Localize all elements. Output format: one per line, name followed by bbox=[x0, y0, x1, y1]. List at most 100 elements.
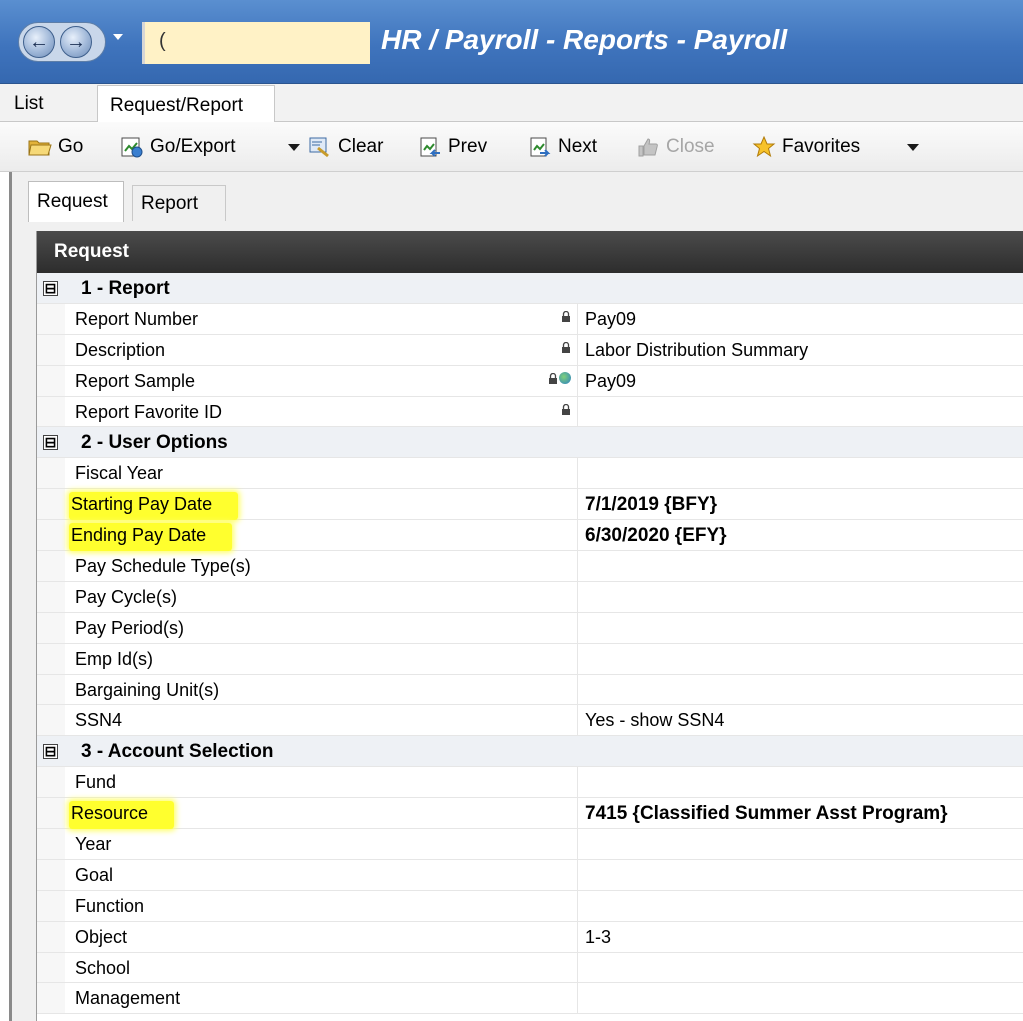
tab-request[interactable]: Request bbox=[28, 181, 124, 222]
go-button[interactable]: Go bbox=[28, 134, 83, 160]
prev-button[interactable]: Prev bbox=[418, 134, 487, 160]
column-separator bbox=[577, 921, 578, 952]
row-gutter bbox=[37, 890, 65, 921]
column-separator bbox=[577, 520, 578, 551]
column-separator bbox=[577, 396, 578, 427]
toolbar: Go Go/Export Clear Prev Next Close Favor… bbox=[0, 122, 1023, 172]
property-label: School bbox=[75, 957, 131, 978]
collapse-icon[interactable]: ⊟ bbox=[43, 744, 58, 760]
forward-arrow-icon[interactable]: → bbox=[60, 26, 92, 58]
tab-request-report[interactable]: Request/Report bbox=[97, 85, 275, 123]
collapse-icon[interactable]: ⊟ bbox=[43, 281, 58, 296]
property-label: Pay Schedule Type(s) bbox=[75, 556, 251, 577]
lock-icon bbox=[561, 402, 571, 417]
history-dropdown-icon[interactable] bbox=[113, 34, 123, 40]
grid-header: Request bbox=[37, 231, 1023, 273]
property-row-report-sample[interactable]: Report Sample Pay09 bbox=[37, 365, 1023, 397]
property-label: Pay Period(s) bbox=[75, 617, 185, 638]
property-row-object[interactable]: Object 1-3 bbox=[37, 921, 1023, 953]
row-gutter bbox=[37, 921, 65, 952]
highlighted-label: Ending Pay Date bbox=[69, 523, 233, 552]
favorites-button[interactable]: Favorites bbox=[752, 134, 860, 160]
section-report[interactable]: ⊟ 1 - Report bbox=[37, 273, 1023, 304]
property-label: Object bbox=[75, 926, 128, 947]
next-button[interactable]: Next bbox=[528, 134, 597, 160]
section-account-selection[interactable]: ⊟ 3 - Account Selection bbox=[37, 736, 1023, 768]
tab-report[interactable]: Report bbox=[132, 185, 226, 221]
property-value[interactable]: 1-3 bbox=[585, 927, 611, 948]
address-text: ( bbox=[159, 30, 166, 52]
tab-list[interactable]: List bbox=[14, 84, 44, 122]
property-label: Report Favorite ID bbox=[75, 401, 223, 422]
property-value[interactable]: Labor Distribution Summary bbox=[585, 340, 808, 361]
column-separator bbox=[577, 489, 578, 520]
property-row-management[interactable]: Management bbox=[37, 983, 1023, 1015]
clear-form-icon bbox=[309, 137, 329, 158]
property-value[interactable]: Yes - show SSN4 bbox=[585, 710, 724, 731]
property-row-goal[interactable]: Goal bbox=[37, 859, 1023, 891]
clear-label: Clear bbox=[338, 136, 384, 157]
property-row-ssn4[interactable]: SSN4 Yes - show SSN4 bbox=[37, 705, 1023, 737]
navigation-group: ← → bbox=[18, 22, 106, 62]
property-value[interactable]: Pay09 bbox=[585, 371, 636, 392]
lock-globe-icons bbox=[548, 371, 571, 386]
property-row-report-favorite-id[interactable]: Report Favorite ID bbox=[37, 396, 1023, 428]
go-label: Go bbox=[58, 136, 84, 157]
column-separator bbox=[577, 767, 578, 798]
property-label: Report Sample bbox=[75, 370, 196, 391]
property-row-school[interactable]: School bbox=[37, 952, 1023, 984]
row-gutter bbox=[37, 612, 65, 643]
window-title: HR / Payroll - Reports - Payroll bbox=[381, 24, 788, 55]
property-grid: Request ⊟ 1 - Report Report Number Pay09… bbox=[36, 231, 1023, 1021]
property-value[interactable]: 7415 {Classified Summer Asst Program} bbox=[585, 803, 948, 825]
section-user-options[interactable]: ⊟ 2 - User Options bbox=[37, 427, 1023, 459]
property-row-report-number[interactable]: Report Number Pay09 bbox=[37, 303, 1023, 335]
go-export-button[interactable]: Go/Export bbox=[120, 134, 236, 160]
column-separator bbox=[577, 859, 578, 890]
property-label: Ending Pay Date bbox=[69, 523, 233, 552]
property-label: Emp Id(s) bbox=[75, 648, 154, 669]
property-row-pay-cycles[interactable]: Pay Cycle(s) bbox=[37, 581, 1023, 613]
column-separator bbox=[577, 674, 578, 705]
property-row-fiscal-year[interactable]: Fiscal Year bbox=[37, 458, 1023, 490]
property-label: Fund bbox=[75, 772, 117, 793]
property-row-starting-pay-date[interactable]: Starting Pay Date 7/1/2019 {BFY} bbox=[37, 489, 1023, 521]
property-label: Pay Cycle(s) bbox=[75, 586, 178, 607]
next-record-icon bbox=[530, 137, 551, 157]
lock-icon bbox=[561, 309, 571, 324]
property-value[interactable]: 6/30/2020 {EFY} bbox=[585, 525, 727, 547]
property-row-function[interactable]: Function bbox=[37, 890, 1023, 922]
property-row-description[interactable]: Description Labor Distribution Summary bbox=[37, 334, 1023, 366]
back-arrow-icon[interactable]: ← bbox=[23, 26, 55, 58]
property-row-pay-periods[interactable]: Pay Period(s) bbox=[37, 612, 1023, 644]
go-export-dropdown-icon[interactable] bbox=[288, 144, 300, 151]
collapse-icon[interactable]: ⊟ bbox=[43, 435, 58, 451]
column-separator bbox=[577, 983, 578, 1014]
property-row-resource[interactable]: Resource 7415 {Classified Summer Asst Pr… bbox=[37, 798, 1023, 830]
outer-tab-strip: List Request/Report bbox=[0, 84, 1023, 123]
property-row-year[interactable]: Year bbox=[37, 829, 1023, 860]
row-gutter bbox=[37, 581, 65, 612]
property-value[interactable]: Pay09 bbox=[585, 309, 636, 330]
row-gutter bbox=[37, 551, 65, 581]
column-separator bbox=[577, 643, 578, 674]
property-label: Starting Pay Date bbox=[69, 492, 239, 521]
property-row-emp-ids[interactable]: Emp Id(s) bbox=[37, 643, 1023, 675]
column-separator bbox=[577, 705, 578, 736]
property-row-fund[interactable]: Fund bbox=[37, 767, 1023, 799]
go-export-label: Go/Export bbox=[150, 136, 236, 157]
property-row-bargaining-units[interactable]: Bargaining Unit(s) bbox=[37, 674, 1023, 706]
row-gutter bbox=[37, 798, 65, 829]
section-title: 2 - User Options bbox=[81, 432, 228, 454]
row-gutter bbox=[37, 520, 65, 551]
address-field[interactable]: ( bbox=[142, 22, 370, 64]
favorites-dropdown-icon[interactable] bbox=[907, 144, 919, 151]
close-button[interactable]: Close bbox=[636, 134, 715, 160]
row-gutter bbox=[37, 643, 65, 674]
property-value[interactable]: 7/1/2019 {BFY} bbox=[585, 494, 717, 516]
globe-icon bbox=[559, 371, 571, 384]
property-row-ending-pay-date[interactable]: Ending Pay Date 6/30/2020 {EFY} bbox=[37, 520, 1023, 552]
property-row-pay-schedule-types[interactable]: Pay Schedule Type(s) bbox=[37, 551, 1023, 582]
clear-button[interactable]: Clear bbox=[308, 134, 383, 160]
column-separator bbox=[577, 798, 578, 829]
